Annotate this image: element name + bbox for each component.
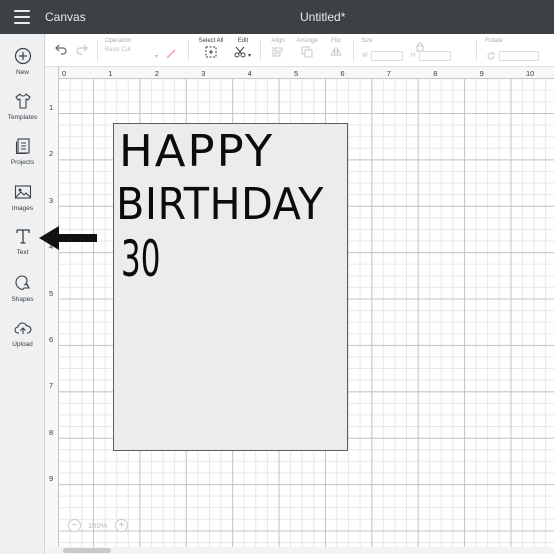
pen-color-icon[interactable] bbox=[165, 48, 177, 60]
text-line-happy[interactable]: HAPPY bbox=[119, 126, 274, 177]
zoom-level: 100% bbox=[88, 521, 108, 530]
ruler-tick-label: 3 bbox=[201, 69, 206, 78]
sidebar-item-label: Shapes bbox=[11, 296, 34, 303]
document-title[interactable]: Untitled* bbox=[300, 10, 345, 24]
vertical-ruler: 123456789 bbox=[45, 67, 59, 547]
operation-label: Operation bbox=[105, 38, 132, 44]
horizontal-scrollbar[interactable] bbox=[45, 547, 554, 554]
top-bar: Canvas Untitled* bbox=[0, 0, 554, 34]
edit-label: Edit bbox=[237, 38, 249, 44]
upload-cloud-icon bbox=[14, 322, 31, 334]
flip-icon bbox=[330, 47, 342, 57]
text-T-icon bbox=[15, 229, 30, 244]
scissors-icon bbox=[234, 46, 246, 58]
rotate-icon bbox=[487, 52, 495, 60]
horizontal-ruler: 0 1 2 3 4 5 6 7 8 9 10 bbox=[59, 67, 554, 79]
birthday-card[interactable]: HAPPY BIRTHDAY 30 bbox=[113, 123, 348, 451]
zoom-out-button[interactable]: − bbox=[68, 519, 81, 532]
sidebar-item-label: Projects bbox=[10, 159, 35, 166]
select-all-icon bbox=[205, 46, 217, 58]
pointer-arrow-icon bbox=[39, 226, 97, 250]
ruler-tick-label: 7 bbox=[49, 381, 54, 391]
size-label: Size bbox=[361, 38, 373, 44]
arrange-label: Arrange bbox=[296, 38, 318, 44]
ruler-tick-label: 4 bbox=[247, 69, 252, 78]
select-all-label: Select All bbox=[198, 38, 224, 44]
rotate-controls: Rotate bbox=[485, 38, 545, 64]
image-icon bbox=[14, 185, 31, 199]
toolbar-divider bbox=[476, 40, 477, 62]
ruler-tick-label: 9 bbox=[479, 69, 484, 78]
text-line-30[interactable]: 30 bbox=[121, 230, 160, 288]
ruler-tick-label: 2 bbox=[49, 149, 54, 159]
sidebar-item-new[interactable]: New bbox=[0, 46, 45, 88]
select-all-button[interactable]: Select All bbox=[195, 38, 227, 64]
ruler-tick-label: 1 bbox=[108, 69, 113, 78]
height-input[interactable] bbox=[419, 51, 451, 61]
align-icon bbox=[272, 47, 283, 57]
chevron-down-icon: ▾ bbox=[248, 53, 252, 59]
sidebar-item-label: Templates bbox=[7, 114, 38, 121]
ruler-tick-label: 0 bbox=[62, 69, 67, 78]
flip-label: Flip bbox=[331, 38, 341, 44]
align-label: Align bbox=[271, 38, 285, 44]
plus-circle-icon bbox=[14, 47, 31, 65]
operation-dropdown[interactable]: Operation Basic Cut ▾ bbox=[105, 38, 165, 64]
arrange-button[interactable]: Arrange bbox=[294, 38, 320, 64]
toolbar-divider bbox=[260, 40, 261, 62]
sidebar-item-label: Images bbox=[11, 205, 34, 212]
size-controls: Size W H bbox=[361, 38, 457, 64]
ruler-tick-label: 5 bbox=[49, 288, 54, 298]
app-title: Canvas bbox=[45, 10, 86, 24]
undo-icon[interactable] bbox=[54, 43, 68, 55]
arrange-icon bbox=[301, 46, 313, 58]
ruler-tick-label: 8 bbox=[49, 427, 54, 437]
edit-toolbar: Operation Basic Cut ▾ Select All Edit ▾ … bbox=[45, 34, 554, 67]
sidebar-item-templates[interactable]: Templates bbox=[0, 91, 45, 133]
sidebar-item-shapes[interactable]: Shapes bbox=[0, 273, 45, 315]
sidebar-item-projects[interactable]: Projects bbox=[0, 136, 45, 178]
ruler-tick-label: 2 bbox=[154, 69, 159, 78]
ruler-tick-label: 6 bbox=[49, 335, 54, 344]
edit-menu-button[interactable]: Edit ▾ bbox=[231, 38, 255, 64]
ruler-tick-label: 6 bbox=[340, 69, 345, 78]
ruler-tick-label: 1 bbox=[49, 103, 54, 112]
width-input[interactable] bbox=[371, 51, 403, 61]
text-line-birthday[interactable]: BIRTHDAY bbox=[116, 179, 324, 230]
toolbar-divider bbox=[188, 40, 189, 62]
rotate-input[interactable] bbox=[499, 51, 539, 61]
redo-icon[interactable] bbox=[75, 43, 89, 55]
sidebar-item-label: Upload bbox=[12, 341, 33, 348]
ruler-tick-label: 8 bbox=[433, 69, 438, 78]
projects-icon bbox=[15, 138, 30, 155]
sidebar-item-images[interactable]: Images bbox=[0, 182, 45, 224]
rotate-label: Rotate bbox=[485, 38, 503, 44]
ruler-tick-label: 7 bbox=[386, 69, 391, 78]
zoom-in-button[interactable]: + bbox=[115, 519, 128, 532]
scrollbar-thumb[interactable] bbox=[63, 548, 111, 553]
ruler-tick-label: 9 bbox=[49, 474, 54, 484]
shapes-icon bbox=[14, 275, 30, 291]
left-sidebar: New Templates Projects Images Text Shape… bbox=[0, 34, 45, 554]
sidebar-item-label: New bbox=[15, 69, 29, 76]
align-button[interactable]: Align bbox=[267, 38, 289, 64]
toolbar-divider bbox=[97, 40, 98, 62]
tshirt-icon bbox=[14, 93, 31, 109]
ruler-tick-label: 3 bbox=[49, 195, 54, 205]
hamburger-menu-icon[interactable] bbox=[12, 10, 32, 24]
sidebar-item-upload[interactable]: Upload bbox=[0, 318, 45, 360]
toolbar-divider bbox=[353, 40, 354, 62]
design-space-app: Canvas Untitled* New Templates Projects … bbox=[0, 0, 554, 554]
width-label: W bbox=[362, 53, 368, 59]
ruler-tick-label: 10 bbox=[526, 69, 535, 78]
flip-button[interactable]: Flip bbox=[326, 38, 346, 64]
height-label: H bbox=[411, 53, 416, 59]
ruler-tick-label: 5 bbox=[294, 69, 299, 78]
chevron-down-icon: ▾ bbox=[155, 54, 159, 60]
